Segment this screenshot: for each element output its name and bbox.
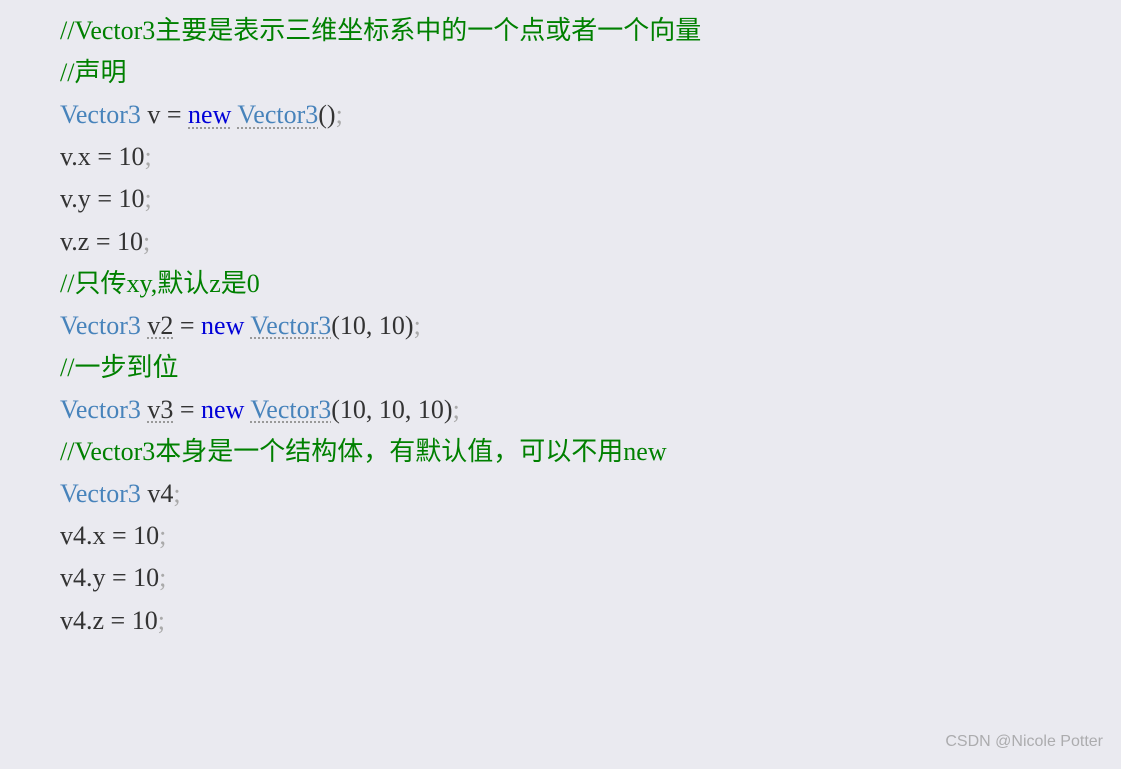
- expr-token: v4.z: [60, 606, 111, 635]
- semicolon: ;: [173, 479, 180, 508]
- code-line-7: Vector3 v2 = new Vector3(10, 10);: [60, 305, 1061, 347]
- paren-token: (10, 10): [331, 311, 413, 340]
- op-token: =: [180, 311, 201, 340]
- comment-text: //声明: [60, 58, 126, 87]
- expr-token: v4.x: [60, 521, 112, 550]
- new-keyword: new: [201, 311, 244, 340]
- code-line-14: v4.z = 10;: [60, 600, 1061, 642]
- op-token: =: [112, 521, 133, 550]
- constructor-token: Vector3: [250, 395, 331, 424]
- var-token: v4: [141, 479, 174, 508]
- op-token: =: [97, 142, 118, 171]
- code-line-11: Vector3 v4;: [60, 473, 1061, 515]
- type-token: Vector3: [60, 311, 141, 340]
- code-line-12: v4.x = 10;: [60, 515, 1061, 557]
- semicolon: ;: [143, 227, 150, 256]
- code-line-2: Vector3 v = new Vector3();: [60, 94, 1061, 136]
- type-token: Vector3: [60, 395, 141, 424]
- semicolon: ;: [144, 184, 151, 213]
- var-token: v: [141, 100, 167, 129]
- op-token: =: [111, 606, 132, 635]
- semicolon: ;: [159, 521, 166, 550]
- number-token: 10: [117, 227, 143, 256]
- new-keyword: new: [188, 100, 231, 129]
- comment-text: //只传xy,默认z是0: [60, 269, 260, 298]
- expr-token: v.y: [60, 184, 97, 213]
- op-token: =: [180, 395, 201, 424]
- code-line-9: Vector3 v3 = new Vector3(10, 10, 10);: [60, 389, 1061, 431]
- number-token: 10: [118, 142, 144, 171]
- code-line-4: v.y = 10;: [60, 178, 1061, 220]
- var-token: v2: [147, 311, 173, 340]
- code-line-6: //只传xy,默认z是0: [60, 263, 1061, 305]
- expr-token: v.x: [60, 142, 97, 171]
- code-line-1: //声明: [60, 52, 1061, 94]
- watermark-text: CSDN @Nicole Potter: [945, 729, 1103, 755]
- comment-text: //一步到位: [60, 353, 178, 382]
- paren-token: (10, 10, 10): [331, 395, 452, 424]
- constructor-token: Vector3: [237, 100, 318, 129]
- op-token: =: [96, 227, 117, 256]
- var-token: v3: [147, 395, 173, 424]
- semicolon: ;: [158, 606, 165, 635]
- comment-text: //Vector3主要是表示三维坐标系中的一个点或者一个向量: [60, 16, 701, 45]
- semicolon: ;: [336, 100, 343, 129]
- op-token: =: [97, 184, 118, 213]
- op-token: =: [167, 100, 188, 129]
- semicolon: ;: [159, 563, 166, 592]
- code-line-0: //Vector3主要是表示三维坐标系中的一个点或者一个向量: [60, 10, 1061, 52]
- op-token: =: [112, 563, 133, 592]
- expr-token: v.z: [60, 227, 96, 256]
- type-token: Vector3: [60, 479, 141, 508]
- number-token: 10: [133, 521, 159, 550]
- expr-token: v4.y: [60, 563, 112, 592]
- paren-token: (): [318, 100, 335, 129]
- number-token: 10: [133, 563, 159, 592]
- constructor-token: Vector3: [250, 311, 331, 340]
- new-keyword: new: [201, 395, 244, 424]
- code-line-3: v.x = 10;: [60, 136, 1061, 178]
- code-block: //Vector3主要是表示三维坐标系中的一个点或者一个向量 //声明 Vect…: [60, 10, 1061, 642]
- code-line-13: v4.y = 10;: [60, 557, 1061, 599]
- semicolon: ;: [144, 142, 151, 171]
- semicolon: ;: [414, 311, 421, 340]
- code-line-5: v.z = 10;: [60, 221, 1061, 263]
- code-line-10: //Vector3本身是一个结构体，有默认值，可以不用new: [60, 431, 1061, 473]
- type-token: Vector3: [60, 100, 141, 129]
- semicolon: ;: [453, 395, 460, 424]
- number-token: 10: [118, 184, 144, 213]
- comment-text: //Vector3本身是一个结构体，有默认值，可以不用new: [60, 437, 667, 466]
- number-token: 10: [132, 606, 158, 635]
- code-line-8: //一步到位: [60, 347, 1061, 389]
